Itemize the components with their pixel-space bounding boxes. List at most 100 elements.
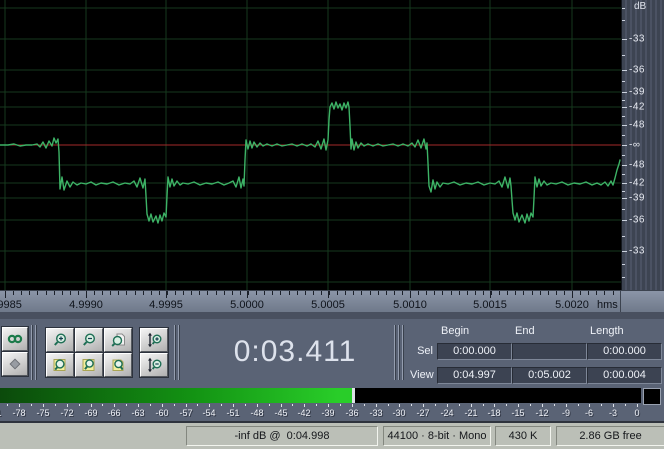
meter-tick — [138, 404, 139, 407]
meter-db-label: -27 — [416, 408, 430, 418]
db-scale-label: -36 — [629, 64, 645, 76]
ruler-minor-tick — [434, 291, 435, 295]
sel-end-field[interactable] — [512, 343, 587, 360]
loop-playback-button[interactable] — [1, 326, 29, 352]
column-header-length: Length — [590, 325, 624, 337]
meter-db-label: -15 — [511, 408, 525, 418]
meter-db-label: -60 — [155, 408, 169, 418]
meter-tick — [233, 404, 234, 407]
ruler-minor-tick — [613, 291, 614, 295]
status-file-size: 430 K — [495, 426, 551, 446]
zoom-out-button[interactable] — [74, 327, 104, 353]
db-scale-minor-tick — [622, 209, 625, 210]
meter-peak-marker — [352, 388, 355, 403]
zoom-selection-v-button[interactable] — [103, 352, 133, 378]
meter-db-label: -69 — [84, 408, 98, 418]
meter-minor-tick — [31, 404, 32, 406]
zoom-selection-button[interactable] — [45, 352, 75, 378]
meter-db-label: -81 — [0, 408, 2, 418]
toolbar-grip[interactable] — [394, 325, 396, 380]
ruler-minor-tick — [475, 291, 476, 295]
view-length-field[interactable]: 0:00.004 — [587, 367, 662, 384]
toolbar-grip[interactable] — [174, 325, 176, 380]
meter-db-label: -75 — [36, 408, 50, 418]
ruler-minor-tick — [580, 291, 581, 295]
meter-minor-tick — [506, 404, 507, 406]
ruler-minor-tick — [78, 291, 79, 295]
infinity-icon — [6, 333, 24, 345]
ruler-minor-tick — [467, 291, 468, 295]
stop-button[interactable] — [1, 351, 29, 377]
ruler-minor-tick — [353, 291, 354, 295]
zoom-in-button[interactable] — [45, 327, 75, 353]
ruler-minor-tick — [126, 291, 127, 295]
meter-tick — [304, 404, 305, 407]
meter-tick — [43, 404, 44, 407]
waveform-display[interactable] — [0, 0, 621, 290]
db-scale-tick — [622, 92, 627, 93]
db-scale[interactable]: dB -33 -36 -39 -42 -48 -∞ -48 -42 -39 -36 -33 — [621, 0, 664, 290]
ruler-minor-tick — [426, 291, 427, 295]
ruler-minor-tick — [118, 291, 119, 295]
db-scale-label: -42 — [629, 101, 645, 113]
db-scale-label: -48 — [629, 159, 645, 171]
level-meter[interactable]: -81-78-75-72-69-66-63-60-57-54-51-48-45-… — [0, 386, 664, 419]
meter-db-label: -3 — [608, 408, 618, 418]
view-begin-field[interactable]: 0:04.997 — [437, 367, 512, 384]
meter-minor-tick — [55, 404, 56, 406]
meter-tick — [209, 404, 210, 407]
db-scale-label: -42 — [629, 177, 645, 189]
meter-tick — [67, 404, 68, 407]
column-header-end: End — [515, 325, 535, 337]
ruler-major-tick — [572, 291, 573, 298]
meter-minor-tick — [174, 404, 175, 406]
db-scale-label: -33 — [629, 245, 645, 257]
ruler-minor-tick — [102, 291, 103, 295]
toolbar-grip[interactable] — [402, 325, 404, 380]
ruler-minor-tick — [588, 291, 589, 295]
ruler-minor-tick — [256, 291, 257, 295]
zoom-selection-h-button[interactable] — [74, 352, 104, 378]
sel-length-field[interactable]: 0:00.000 — [587, 343, 662, 360]
magnifier-yellow-icon — [52, 357, 68, 373]
vertical-zoom-in-button[interactable] — [139, 327, 169, 353]
ruler-minor-tick — [442, 291, 443, 295]
meter-db-label: -48 — [250, 408, 264, 418]
db-scale-label: -36 — [629, 214, 645, 226]
status-audio-format[interactable]: 44100 · 8-bit · Mono — [383, 426, 491, 446]
toolbar-grip[interactable] — [31, 325, 33, 380]
meter-minor-tick — [292, 404, 293, 406]
status-bar: -inf dB @ 0:04.998 44100 · 8-bit · Mono … — [0, 421, 664, 449]
meter-db-label: -24 — [440, 408, 454, 418]
ruler-major-tick — [166, 291, 167, 298]
ruler-minor-tick — [532, 291, 533, 295]
zoom-window-button[interactable] — [103, 327, 133, 353]
ruler-time-label: 5.0010 — [393, 299, 427, 311]
ruler-minor-tick — [159, 291, 160, 295]
ruler-minor-tick — [289, 291, 290, 295]
magnifier-yellow-document-icon — [110, 357, 126, 373]
sel-begin-field[interactable]: 0:00.000 — [437, 343, 512, 360]
ruler-minor-tick — [515, 291, 516, 295]
meter-tick — [19, 404, 20, 407]
playback-time-display[interactable]: 0:03.411 — [205, 327, 385, 377]
waveform-canvas — [0, 0, 621, 290]
clip-indicator[interactable] — [643, 388, 661, 405]
meter-tick — [494, 404, 495, 407]
vertical-zoom-out-button[interactable] — [139, 352, 169, 378]
row-label-view: View — [410, 369, 434, 381]
meter-tick — [566, 404, 567, 407]
toolbar-grip[interactable] — [178, 325, 180, 380]
db-scale-minor-tick — [622, 135, 625, 136]
meter-tick — [423, 404, 424, 407]
view-end-field[interactable]: 0:05.002 — [512, 367, 587, 384]
db-scale-label: -33 — [629, 33, 645, 45]
meter-tick — [613, 404, 614, 407]
meter-db-label: -21 — [464, 408, 478, 418]
toolbar-grip[interactable] — [35, 325, 37, 380]
meter-db-label: -12 — [535, 408, 549, 418]
time-ruler[interactable]: hms 4.9985 4.9990 4.9995 5.0000 5.0005 5.0010… — [0, 290, 621, 313]
ruler-minor-tick — [143, 291, 144, 295]
db-scale-label: -39 — [629, 192, 645, 204]
toolbar-grip[interactable] — [398, 325, 400, 380]
